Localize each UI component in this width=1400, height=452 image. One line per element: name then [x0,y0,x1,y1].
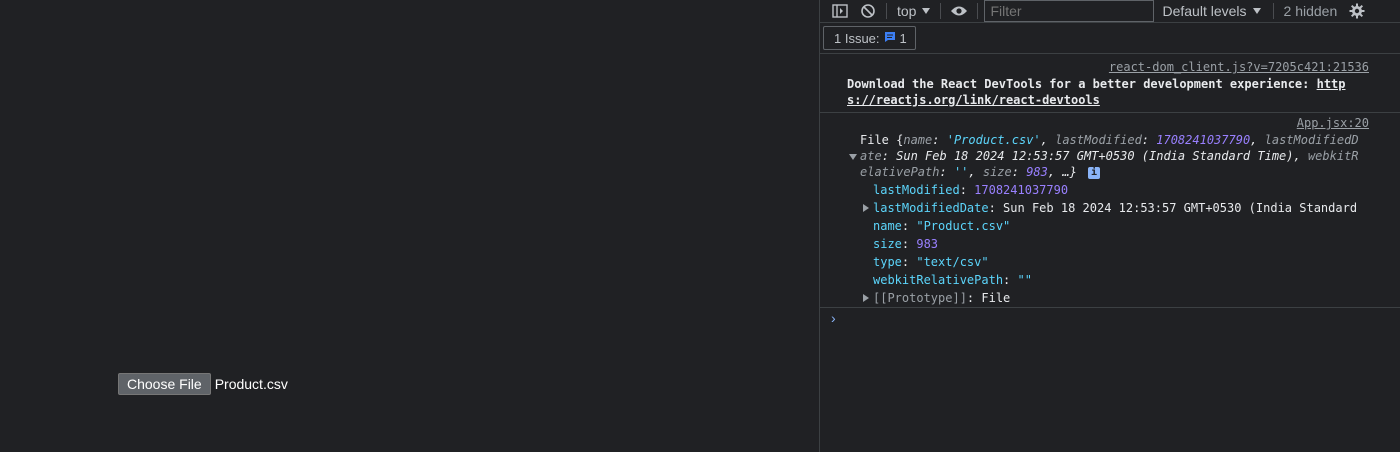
expand-arrow-icon[interactable] [863,294,869,302]
object-property-row: lastModified: 1708241037790 [873,183,1069,197]
summary-key: webkitR [1307,149,1359,163]
property-key: type [873,255,902,269]
object-type: File { [860,133,904,147]
toolbar-divider [886,3,887,19]
property-value: "text/csv" [916,255,989,269]
sidebar-toggle-icon[interactable] [826,0,854,22]
property-key: [[Prototype]] [873,291,967,305]
toolbar-divider [940,3,942,19]
console-message: react-dom_client.js?v=7205c421:21536 Dow… [820,54,1400,113]
property-value: "" [1017,273,1032,287]
summary-key: ate [860,149,882,163]
filter-input[interactable] [984,0,1155,22]
property-key: lastModified [873,183,960,197]
issues-count: 1 [899,30,907,46]
property-value: 1708241037790 [974,183,1069,197]
object-property-row: webkitRelativePath: "" [873,273,1032,287]
message-text-line: Download the React DevTools for a better… [847,77,1317,91]
console-messages: react-dom_client.js?v=7205c421:21536 Dow… [820,54,1400,308]
summary-value: 983 [1026,165,1048,179]
issues-label: 1 Issue: [834,30,880,46]
object-summary-line: elativePath: '', size: 983, …} i [860,164,1101,180]
console-toolbar: top Default levels 2 hidden [820,0,1400,23]
summary-value: Sun Feb 18 2024 12:53:57 GMT+0530 (India… [896,149,1294,163]
summary-key: lastModifiedD [1264,133,1359,147]
devtools-console-panel: top Default levels 2 hidden 1 Issue: 1 [819,0,1400,452]
gear-icon[interactable] [1343,0,1371,22]
file-input[interactable]: Choose File Product.csv [118,373,288,395]
message-source-link[interactable]: react-dom_client.js?v=7205c421:21536 [1109,60,1369,74]
message-text-cont: s://reactjs.org/link/react-devtools [847,92,1100,108]
object-property-row: size: 983 [873,237,939,251]
summary-key: name [903,133,933,147]
property-value: 983 [916,237,939,251]
object-property-row: type: "text/csv" [873,255,989,269]
property-key: webkitRelativePath [873,273,1004,287]
summary-value: 'Product.csv' [946,133,1041,147]
object-property-row[interactable]: lastModifiedDate: Sun Feb 18 2024 12:53:… [863,200,1357,216]
info-icon[interactable]: i [1088,166,1101,179]
expand-arrow-icon[interactable] [863,204,869,212]
summary-key: size [982,165,1012,179]
issues-bar: 1 Issue: 1 [820,23,1400,54]
expand-arrow-icon[interactable] [849,154,857,160]
eye-icon[interactable] [945,0,973,22]
context-selector-label: top [897,3,917,19]
property-value: "Product.csv" [916,219,1011,233]
toolbar-divider [977,3,979,19]
message-source-link[interactable]: App.jsx:20 [1297,116,1369,130]
summary-key: lastModified [1055,133,1142,147]
choose-file-button[interactable]: Choose File [118,373,211,395]
console-prompt[interactable]: › [831,310,836,326]
object-summary-line: ate: Sun Feb 18 2024 12:53:57 GMT+0530 (… [849,148,1359,164]
console-message: App.jsx:20 File {name: 'Product.csv', la… [820,113,1400,308]
property-value: File [981,291,1011,305]
object-property-row: name: "Product.csv" [873,219,1011,233]
property-key: name [873,219,902,233]
log-levels-label: Default levels [1162,3,1247,19]
property-value: Sun Feb 18 2024 12:53:57 GMT+0530 (India… [1003,201,1358,215]
context-selector[interactable]: top [891,3,936,19]
page-viewport: Choose File Product.csv [0,0,819,452]
property-key: lastModifiedDate [873,201,989,215]
devtools-link[interactable]: http [1317,77,1346,91]
toolbar-divider [1272,3,1274,19]
message-icon [884,31,896,46]
chevron-down-icon [1252,8,1261,14]
hidden-messages-count: 2 hidden [1283,3,1338,19]
summary-tail: …} [1062,165,1077,179]
object-summary-line: File {name: 'Product.csv', lastModified:… [860,133,1359,147]
object-property-row[interactable]: [[Prototype]]: File [863,290,1010,306]
log-levels-dropdown[interactable]: Default levels [1154,3,1268,19]
chevron-down-icon [922,8,931,14]
summary-value: '' [953,165,969,179]
clear-console-icon[interactable] [854,0,882,22]
selected-file-name: Product.csv [214,376,288,392]
devtools-link-cont[interactable]: s://reactjs.org/link/react-devtools [847,93,1100,107]
summary-key: elativePath [860,165,940,179]
property-key: size [873,237,902,251]
summary-value: 1708241037790 [1156,133,1251,147]
message-text: Download the React DevTools for a better… [847,76,1346,92]
issues-button[interactable]: 1 Issue: 1 [823,26,916,50]
